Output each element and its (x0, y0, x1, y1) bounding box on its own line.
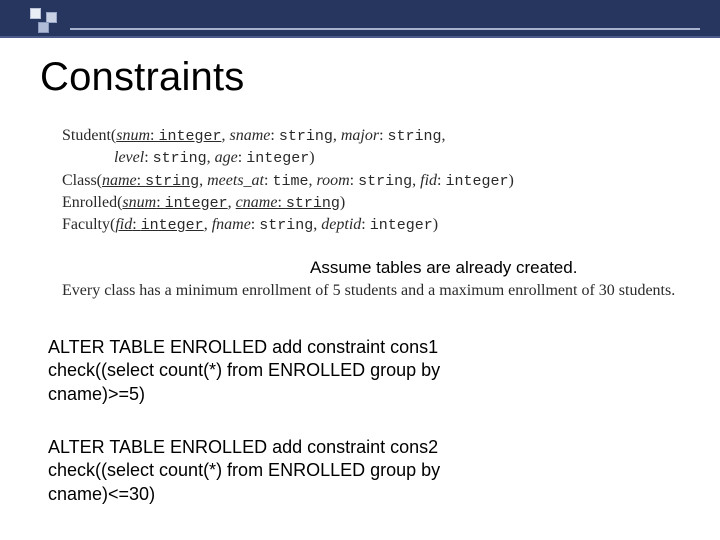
sql-line: ALTER TABLE ENROLLED add constraint cons… (48, 436, 675, 459)
slide-title: Constraints (40, 55, 245, 100)
schema-relation: level: string, age: integer) (62, 147, 315, 169)
schema-relation: Enrolled(snum: integer, cname: string) (62, 192, 514, 214)
schema-definitions: Student(snum: integer, sname: string, ma… (62, 125, 514, 236)
sql-constraint-2: ALTER TABLE ENROLLED add constraint cons… (48, 436, 675, 506)
sql-line: check((select count(*) from ENROLLED gro… (48, 359, 675, 382)
schema-relation: Student(snum: integer, sname: string, ma… (62, 125, 514, 147)
accent-rule (70, 28, 700, 30)
slide-top-accent (0, 0, 720, 38)
sql-line: ALTER TABLE ENROLLED add constraint cons… (48, 336, 675, 359)
accent-square-icon (30, 8, 41, 19)
problem-statement: Every class has a minimum enrollment of … (62, 281, 680, 301)
sql-constraint-1: ALTER TABLE ENROLLED add constraint cons… (48, 336, 675, 406)
sql-line: cname)>=5) (48, 383, 675, 406)
schema-relation: Faculty(fid: integer, fname: string, dep… (62, 214, 514, 236)
accent-square-icon (38, 22, 49, 33)
sql-line: check((select count(*) from ENROLLED gro… (48, 459, 675, 482)
schema-relation: Class(name: string, meets_at: time, room… (62, 170, 514, 192)
slide: Constraints Student(snum: integer, sname… (0, 0, 720, 540)
assumption-note: Assume tables are already created. (310, 258, 577, 278)
sql-line: cname)<=30) (48, 483, 675, 506)
